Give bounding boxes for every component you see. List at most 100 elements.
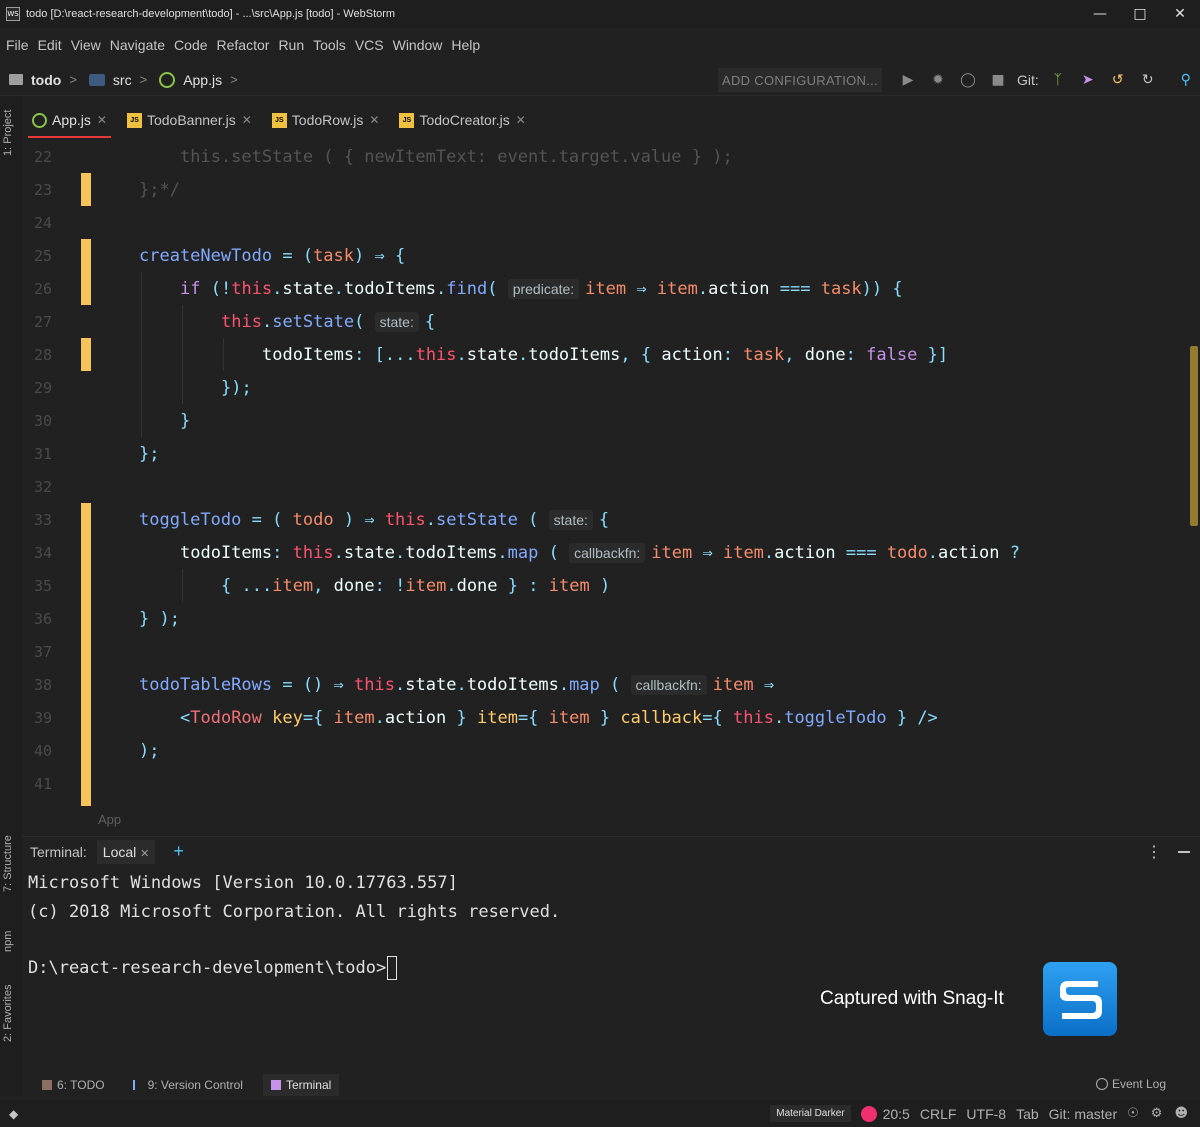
menu-window[interactable]: Window — [393, 37, 443, 53]
tab-todobanner-js[interactable]: JS TodoBanner.js ✕ — [117, 102, 262, 138]
close-button[interactable]: ✕ — [1160, 0, 1200, 28]
code-line: 24 — [33, 213, 52, 232]
code-editor[interactable]: 22 this.setState ( { newItemText: event.… — [22, 140, 1200, 806]
code-line: 37 — [33, 642, 52, 661]
code-line: 39 <TodoRow key={ item.action } item={ i… — [33, 707, 938, 728]
close-icon[interactable]: ✕ — [516, 113, 526, 127]
breadcrumb-project[interactable]: todo — [31, 72, 61, 88]
left-tool-strip: 1: Project 7: Structure npm 2: Favorites — [0, 96, 22, 1096]
structure-tool-button[interactable]: 7: Structure — [2, 835, 14, 892]
settings-icon[interactable]: ⚙ — [1151, 1106, 1163, 1121]
menu-code[interactable]: Code — [174, 37, 207, 53]
menu-view[interactable]: View — [71, 37, 101, 53]
menu-bar: File Edit View Navigate Code Refactor Ru… — [0, 30, 1200, 60]
inspector-icon[interactable]: ☻ — [1174, 1106, 1188, 1121]
file-encoding[interactable]: UTF-8 — [966, 1106, 1006, 1122]
terminal-output[interactable]: Microsoft Windows [Version 10.0.17763.55… — [22, 868, 1200, 1068]
run-icon[interactable]: ▶ — [893, 68, 923, 92]
chevron-right-icon: > — [230, 72, 238, 87]
code-line: 27 this.setState( state:{ — [33, 311, 436, 332]
webstorm-app-icon: WS — [6, 7, 20, 21]
menu-edit[interactable]: Edit — [38, 37, 62, 53]
breadcrumb-file[interactable]: App.js — [183, 72, 222, 88]
search-icon[interactable]: ⚲ — [1171, 68, 1200, 92]
version-control-tool-button[interactable]: 9: Version Control — [125, 1074, 251, 1096]
code-line: 33 toggleTodo = ( todo ) ⇒ this.setState… — [33, 509, 610, 530]
menu-refactor[interactable]: Refactor — [217, 37, 270, 53]
more-options-icon[interactable]: ⋮ — [1146, 842, 1162, 862]
line-separator[interactable]: CRLF — [920, 1106, 957, 1122]
minimize-button[interactable]: — — [1080, 0, 1120, 28]
lock-icon[interactable]: ☉ — [1127, 1106, 1139, 1121]
event-log-button[interactable]: Event Log — [1095, 1077, 1166, 1091]
code-line: 29 }); — [33, 377, 252, 398]
project-tool-button[interactable]: 1: Project — [2, 110, 14, 156]
close-icon[interactable]: ✕ — [140, 847, 149, 860]
code-line: 31 }; — [33, 443, 160, 464]
chevron-right-icon: > — [139, 72, 148, 87]
window-title: todo [D:\react-research-development\todo… — [26, 8, 396, 20]
terminal-tool-button[interactable]: Terminal — [262, 1074, 340, 1096]
cursor-position[interactable]: 20:5 — [883, 1106, 910, 1122]
menu-navigate[interactable]: Navigate — [110, 37, 165, 53]
tab-todocreator-js[interactable]: JS TodoCreator.js ✕ — [389, 102, 535, 138]
stop-icon[interactable]: ■ — [983, 68, 1013, 92]
menu-tools[interactable]: Tools — [313, 37, 346, 53]
code-line: 28 todoItems: [...this.state.todoItems, … — [33, 344, 949, 365]
favorites-tool-button[interactable]: 2: Favorites — [2, 985, 14, 1042]
code-line: 22 this.setState ( { newItemText: event.… — [33, 146, 733, 167]
menu-run[interactable]: Run — [278, 37, 304, 53]
menu-vcs[interactable]: VCS — [355, 37, 384, 53]
add-configuration-button[interactable]: ADD CONFIGURATION... — [718, 68, 882, 92]
vcs-push-icon[interactable]: ➤ — [1073, 68, 1103, 92]
event-log-icon — [1095, 1078, 1108, 1090]
theme-indicator[interactable]: Material Darker — [770, 1105, 851, 1122]
watermark-text: Captured with Snag-It — [820, 988, 1004, 1009]
snagit-logo-icon — [1043, 962, 1117, 1036]
title-bar: WS todo [D:\react-research-development\t… — [0, 0, 1200, 28]
menu-file[interactable]: File — [6, 37, 29, 53]
terminal-prompt[interactable]: D:\react-research-development\todo> — [28, 956, 398, 980]
code-line: 30 } — [33, 410, 191, 431]
terminal-cursor — [387, 956, 398, 980]
layers-icon[interactable]: ◆ — [9, 1107, 23, 1121]
npm-tool-button[interactable]: npm — [2, 931, 14, 952]
code-line: 26 if (!this.state.todoItems.find( predi… — [33, 278, 903, 299]
editor-scrollbar[interactable] — [1190, 346, 1198, 526]
close-icon[interactable]: ✕ — [369, 113, 379, 127]
react-file-icon — [32, 112, 47, 128]
new-terminal-button[interactable]: + — [173, 841, 184, 862]
vcs-update-icon[interactable]: ᛉ — [1043, 68, 1073, 92]
source-folder-icon — [88, 73, 105, 86]
react-file-icon — [159, 71, 176, 88]
code-line: 34 todoItems: this.state.todoItems.map (… — [33, 542, 1020, 563]
terminal-tab-local[interactable]: Local ✕ — [96, 839, 156, 864]
tool-window-bar: 6: TODO 9: Version Control Terminal — [22, 1072, 1200, 1098]
code-line: 23 };*/ — [33, 179, 180, 200]
tab-todorow-js[interactable]: JS TodoRow.js ✕ — [262, 102, 390, 138]
debug-icon[interactable]: ✹ — [923, 68, 953, 92]
tab-app-js[interactable]: App.js ✕ — [22, 102, 117, 138]
profile-icon[interactable]: ◯ — [953, 68, 983, 92]
hide-panel-button[interactable] — [1178, 851, 1190, 853]
breadcrumb-folder[interactable]: src — [113, 72, 132, 88]
close-icon[interactable]: ✕ — [242, 113, 252, 127]
maximize-button[interactable]: □ — [1120, 0, 1160, 28]
git-branch[interactable]: Git: master — [1049, 1106, 1117, 1122]
status-bar: ◆ Material Darker 20:5 CRLF UTF-8 Tab Gi… — [0, 1100, 1200, 1127]
terminal-header: Terminal: Local ✕ + ⋮ — [22, 836, 1200, 866]
vcs-history-icon[interactable]: ↺ — [1103, 68, 1133, 92]
code-line: 40 ); — [33, 740, 160, 761]
code-breadcrumb[interactable]: App — [98, 812, 121, 827]
indent-style[interactable]: Tab — [1016, 1106, 1039, 1122]
tab-label: TodoBanner.js — [146, 112, 236, 128]
todo-tool-button[interactable]: 6: TODO — [34, 1074, 113, 1096]
js-file-icon: JS — [271, 112, 287, 128]
js-file-icon: JS — [399, 112, 415, 128]
close-icon[interactable]: ✕ — [97, 113, 107, 127]
terminal-label: Terminal: — [30, 843, 87, 860]
vcs-rollback-icon[interactable]: ↻ — [1133, 68, 1163, 92]
todo-icon — [42, 1080, 52, 1090]
menu-help[interactable]: Help — [451, 37, 480, 53]
record-dot-icon — [860, 1105, 877, 1122]
